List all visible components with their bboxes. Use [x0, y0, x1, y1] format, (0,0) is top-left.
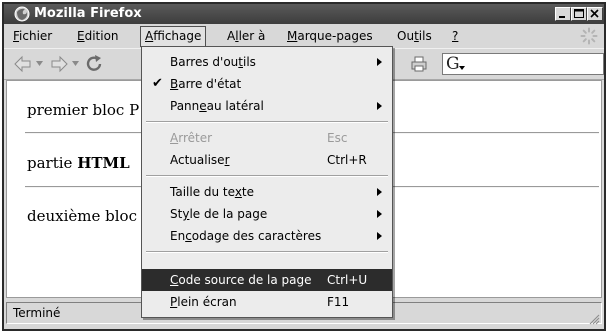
- maximize-button[interactable]: [571, 7, 587, 21]
- submenu-arrow-icon: [377, 188, 382, 196]
- print-icon[interactable]: [408, 54, 430, 74]
- content-paragraph-3: deuxième bloc: [27, 207, 137, 225]
- content-paragraph-2: partie HTML: [27, 154, 130, 172]
- menu-aide[interactable]: ?: [452, 27, 458, 45]
- menu-bar: Fichier Edition Affichage Aller à Marque…: [4, 24, 604, 48]
- submenu-arrow-icon: [377, 210, 382, 218]
- menu-fichier-rest: ichier: [19, 29, 53, 43]
- menu-outils[interactable]: Outils: [397, 27, 432, 45]
- search-box[interactable]: G: [442, 53, 604, 75]
- back-dropdown-icon[interactable]: [36, 61, 43, 67]
- menu-item-taille-texte[interactable]: Taille du texte: [142, 181, 392, 203]
- menu-item-code-source[interactable]: Code source de la page Ctrl+U: [142, 269, 392, 291]
- menu-item-panneau-lateral[interactable]: Panneau latéral: [142, 95, 392, 117]
- content-paragraph-1: premier bloc P: [27, 101, 140, 119]
- submenu-arrow-icon: [377, 232, 382, 240]
- firefox-icon: [14, 6, 30, 22]
- menu-affichage[interactable]: Affichage: [140, 26, 207, 47]
- close-icon: [590, 9, 599, 18]
- back-arrow-icon[interactable]: [12, 54, 34, 74]
- window-title: Mozilla Firefox: [34, 6, 142, 21]
- menu-item-plein-ecran[interactable]: Plein écran F11: [142, 291, 392, 313]
- forward-dropdown-icon[interactable]: [72, 61, 79, 67]
- menu-separator: [146, 121, 388, 123]
- menu-item-encodage[interactable]: Encodage des caractères: [142, 225, 392, 247]
- menu-marque-pages[interactable]: Marque-pages: [287, 27, 373, 45]
- menu-aller-a[interactable]: Aller à: [227, 27, 265, 45]
- minimize-icon: [559, 16, 565, 18]
- forward-arrow-icon[interactable]: [48, 54, 70, 74]
- checkmark-icon: ✔: [152, 76, 163, 91]
- menu-item-actualiser[interactable]: Actualiser Ctrl+R: [142, 149, 392, 171]
- minimize-button[interactable]: [555, 7, 571, 21]
- menu-fichier[interactable]: Fichier: [13, 27, 52, 45]
- menu-separator: [146, 175, 388, 177]
- submenu-arrow-icon: [377, 102, 382, 110]
- search-engine-icon[interactable]: G: [446, 54, 460, 74]
- affichage-dropdown-menu: Barres d'outils ✔ Barre d'état Panneau l…: [141, 46, 393, 318]
- resize-grip-icon[interactable]: [588, 313, 600, 325]
- menu-edition[interactable]: Edition: [77, 27, 119, 45]
- menu-separator: [146, 251, 388, 253]
- close-button[interactable]: [587, 7, 603, 21]
- maximize-icon: [574, 9, 584, 18]
- throbber-icon: [580, 27, 598, 45]
- menu-item-barre-etat[interactable]: ✔ Barre d'état: [142, 73, 392, 95]
- title-bar[interactable]: Mozilla Firefox: [4, 4, 604, 24]
- menu-item-barres-outils[interactable]: Barres d'outils: [142, 51, 392, 73]
- search-engine-dropdown-icon[interactable]: [459, 66, 465, 71]
- browser-window: Mozilla Firefox Fichier Edition Affichag…: [2, 2, 606, 331]
- menu-item-style-page[interactable]: Style de la page: [142, 203, 392, 225]
- submenu-arrow-icon: [377, 58, 382, 66]
- menu-item-arreter[interactable]: Arrêter Esc: [142, 127, 392, 149]
- reload-icon[interactable]: [84, 54, 106, 74]
